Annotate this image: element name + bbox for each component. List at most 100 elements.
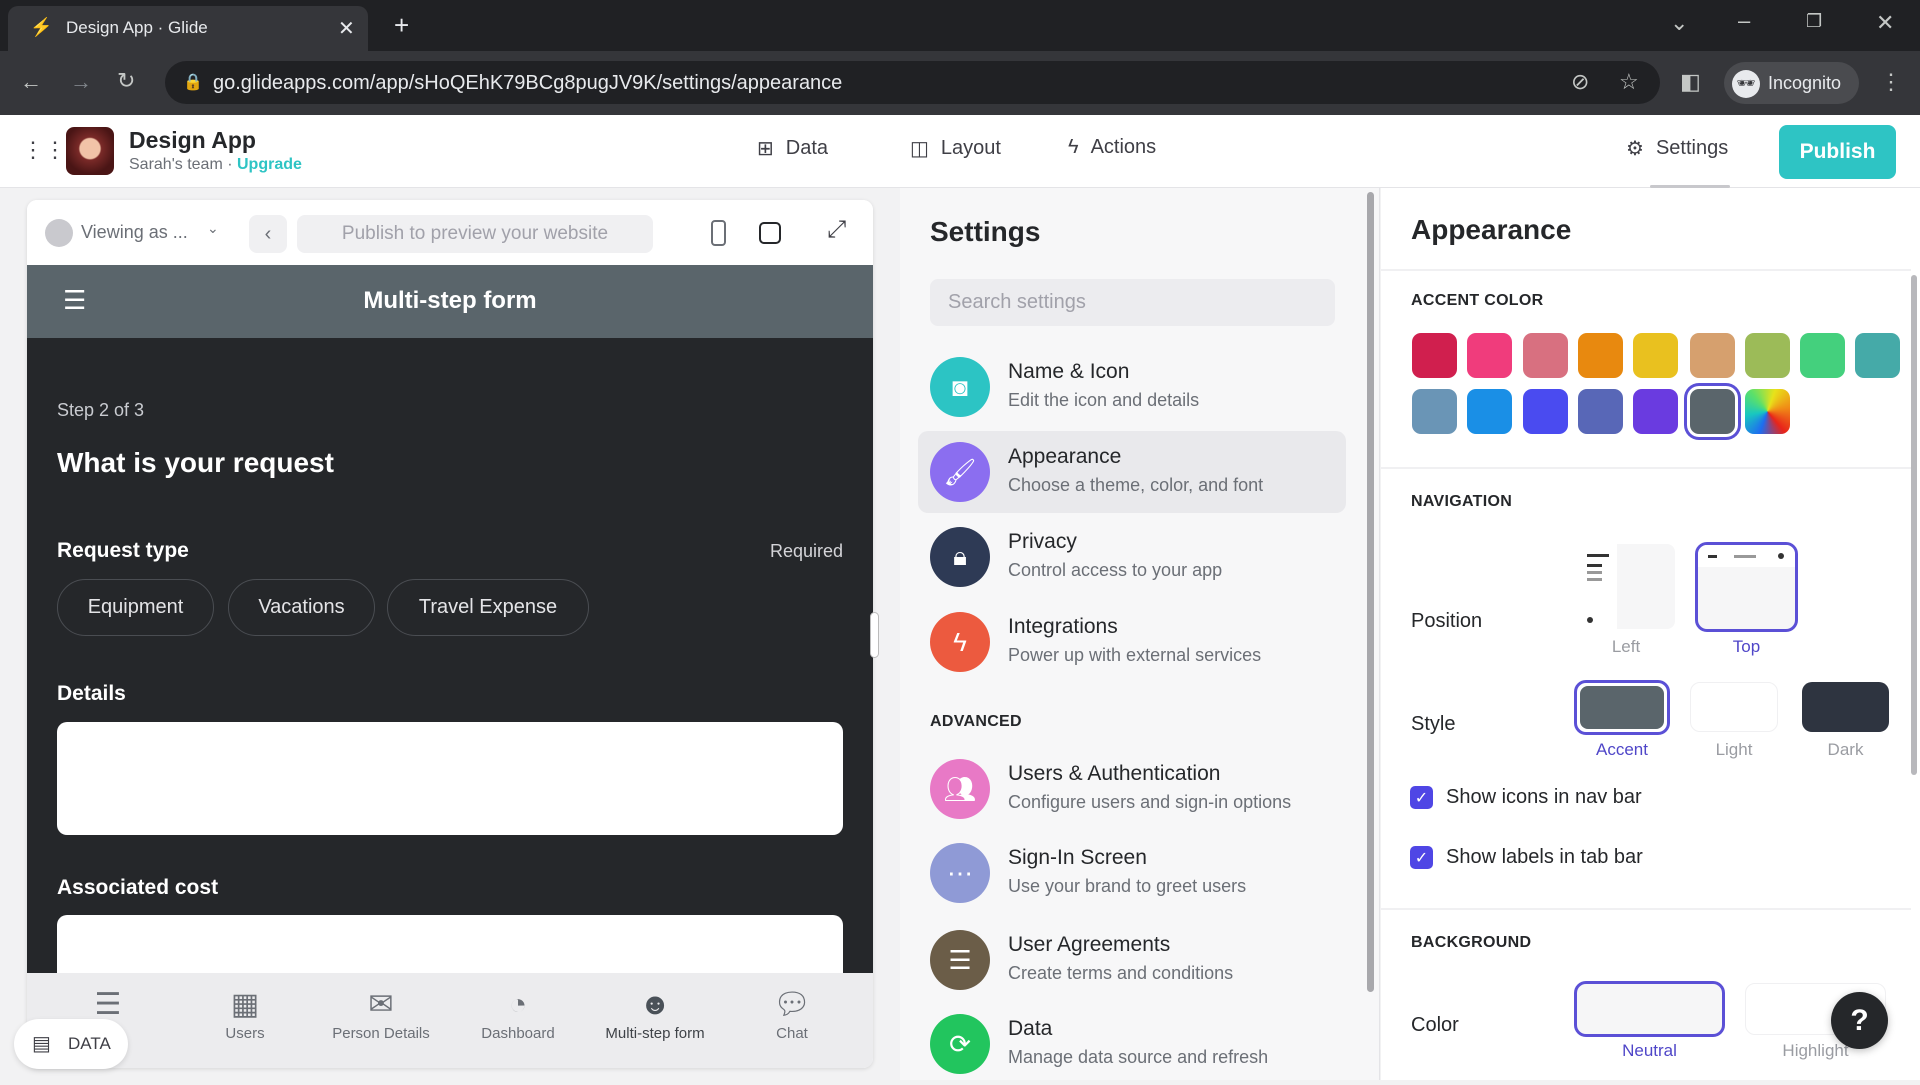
- paintbrush-icon: 🖌︎: [930, 442, 990, 502]
- tab-dashboard[interactable]: ◔ Dashboard: [453, 985, 583, 1042]
- style-dark-label: Dark: [1827, 740, 1864, 759]
- layout-icon: ◫: [910, 138, 929, 160]
- accent-swatch[interactable]: [1523, 333, 1568, 378]
- browser-tab[interactable]: ⚡ Design App · Glide ✕: [8, 6, 368, 51]
- chip-vacations[interactable]: Vacations: [228, 579, 375, 636]
- browser-menu-icon[interactable]: ⋮: [1880, 71, 1902, 93]
- settings-item-name-icon[interactable]: ◙ Name & Icon Edit the icon and details: [918, 346, 1346, 428]
- nav-actions[interactable]: ϟ Actions: [1068, 136, 1156, 159]
- request-type-label: Request type: [57, 539, 189, 562]
- lightning-icon: ϟ: [1068, 136, 1079, 158]
- settings-item-users-auth[interactable]: 👥︎ Users & Authentication Configure users …: [918, 748, 1346, 830]
- item-subtitle: Power up with external services: [1008, 645, 1262, 665]
- item-subtitle: Choose a theme, color, and font: [1008, 475, 1264, 495]
- settings-item-privacy[interactable]: 🔒︎ Privacy Control access to your app: [918, 516, 1346, 598]
- position-top-option[interactable]: [1695, 542, 1798, 632]
- accent-swatch[interactable]: [1578, 389, 1623, 434]
- item-subtitle: Configure users and sign-in options: [1008, 792, 1292, 812]
- tab-users[interactable]: ▦ Users: [180, 985, 310, 1042]
- settings-item-appearance[interactable]: 🖌︎ Appearance Choose a theme, color, and f…: [918, 431, 1346, 513]
- nav-settings[interactable]: ⚙ Settings: [1626, 136, 1728, 161]
- viewing-as-select[interactable]: Viewing as ...: [81, 222, 188, 243]
- close-window-icon[interactable]: ✕: [1876, 12, 1894, 34]
- new-tab-icon[interactable]: +: [394, 12, 409, 38]
- style-dark-option[interactable]: [1802, 682, 1889, 732]
- team-name: Sarah's team ·: [129, 156, 237, 173]
- incognito-badge[interactable]: 🕶 Incognito: [1724, 62, 1859, 104]
- tab-search-chevron-icon[interactable]: ⌄: [1670, 12, 1688, 34]
- tablet-view-icon[interactable]: [759, 222, 781, 244]
- tab-label: Dashboard: [481, 1025, 555, 1042]
- accent-swatch[interactable]: [1800, 333, 1845, 378]
- help-button[interactable]: ?: [1831, 992, 1888, 1049]
- chip-equipment[interactable]: Equipment: [57, 579, 214, 636]
- position-left-option[interactable]: [1577, 544, 1675, 629]
- sidebar-icon[interactable]: ◧: [1680, 71, 1701, 93]
- url-field[interactable]: 🔒 go.glideapps.com/app/sHoQEhK79BCg8pugJ…: [165, 61, 1660, 104]
- lock-icon: 🔒︎: [930, 527, 990, 587]
- resize-handle[interactable]: [870, 612, 879, 658]
- tab-person-details[interactable]: ✉ Person Details: [316, 985, 446, 1042]
- tab-chat[interactable]: 💬︎ Chat: [727, 985, 857, 1042]
- accent-swatch[interactable]: [1633, 389, 1678, 434]
- nav-data-label: Data: [785, 137, 829, 159]
- accent-swatch[interactable]: [1412, 333, 1457, 378]
- minimize-icon[interactable]: –: [1738, 10, 1750, 32]
- close-tab-icon[interactable]: ✕: [338, 16, 355, 41]
- accent-swatch[interactable]: [1745, 389, 1790, 434]
- bg-neutral-option[interactable]: [1574, 981, 1725, 1037]
- show-labels-label: Show labels in tab bar: [1446, 846, 1643, 868]
- upgrade-link[interactable]: Upgrade: [237, 156, 302, 173]
- accent-swatch[interactable]: [1690, 333, 1735, 378]
- accent-swatch[interactable]: [1467, 389, 1512, 434]
- accent-swatch[interactable]: [1412, 389, 1457, 434]
- data-pill-button[interactable]: ▤ DATA: [14, 1019, 128, 1069]
- nav-data[interactable]: ⊞ Data: [757, 136, 828, 161]
- position-label: Position: [1411, 610, 1483, 632]
- accent-swatch-selected[interactable]: [1690, 389, 1735, 434]
- eye-off-icon[interactable]: ⊘: [1571, 71, 1589, 93]
- style-light-label: Light: [1715, 740, 1753, 759]
- item-subtitle: Create terms and conditions: [1008, 963, 1234, 983]
- tab-multi-step-form[interactable]: ☻ Multi-step form: [590, 985, 720, 1042]
- accent-swatch[interactable]: [1523, 389, 1568, 434]
- accent-swatch[interactable]: [1855, 333, 1900, 378]
- show-icons-checkbox[interactable]: ✓: [1410, 786, 1433, 809]
- appearance-scrollbar[interactable]: [1911, 275, 1917, 775]
- url-text: go.glideapps.com/app/sHoQEhK79BCg8pugJV9…: [213, 72, 843, 94]
- restore-icon[interactable]: ❐: [1806, 12, 1822, 30]
- associated-cost-input[interactable]: [57, 915, 843, 973]
- expand-icon[interactable]: ⤢: [827, 216, 846, 244]
- style-light-option[interactable]: [1690, 682, 1778, 732]
- show-labels-checkbox[interactable]: ✓: [1410, 846, 1433, 869]
- publish-button[interactable]: Publish: [1779, 125, 1896, 179]
- style-accent-option[interactable]: [1574, 680, 1670, 735]
- search-settings-input[interactable]: Search settings: [930, 279, 1335, 326]
- accent-swatch[interactable]: [1745, 333, 1790, 378]
- preview-back-button[interactable]: ‹: [249, 215, 287, 253]
- star-icon[interactable]: ☆: [1619, 71, 1639, 93]
- table-icon: ▤: [32, 1033, 51, 1055]
- accent-swatch[interactable]: [1578, 333, 1623, 378]
- chevron-down-icon[interactable]: ⌄: [207, 220, 219, 237]
- settings-item-sign-in[interactable]: ⋯ Sign-In Screen Use your brand to greet u…: [918, 832, 1346, 914]
- reload-icon[interactable]: ↻: [117, 70, 135, 92]
- nav-layout[interactable]: ◫ Layout: [910, 136, 1001, 161]
- details-input[interactable]: [57, 722, 843, 835]
- settings-item-user-agreements[interactable]: ☰ User Agreements Create terms and conditi…: [918, 919, 1346, 1001]
- app-avatar[interactable]: [66, 127, 114, 175]
- forward-icon[interactable]: →: [70, 71, 92, 93]
- settings-item-data[interactable]: ⟳ Data Manage data source and refresh: [918, 1003, 1346, 1085]
- accent-swatch[interactable]: [1467, 333, 1512, 378]
- show-icons-label: Show icons in nav bar: [1446, 786, 1642, 808]
- phone-view-icon[interactable]: [711, 220, 726, 246]
- settings-item-integrations[interactable]: ϟ Integrations Power up with external serv…: [918, 601, 1346, 683]
- accent-swatch[interactable]: [1633, 333, 1678, 378]
- appearance-title: Appearance: [1411, 214, 1572, 245]
- preview-url-field[interactable]: Publish to preview your website: [297, 215, 653, 253]
- incognito-icon: 🕶: [1732, 70, 1760, 98]
- settings-scrollbar[interactable]: [1367, 192, 1374, 992]
- back-icon[interactable]: ←: [20, 71, 42, 93]
- chip-travel-expense[interactable]: Travel Expense: [387, 579, 589, 636]
- gear-icon: ⚙: [1626, 138, 1644, 160]
